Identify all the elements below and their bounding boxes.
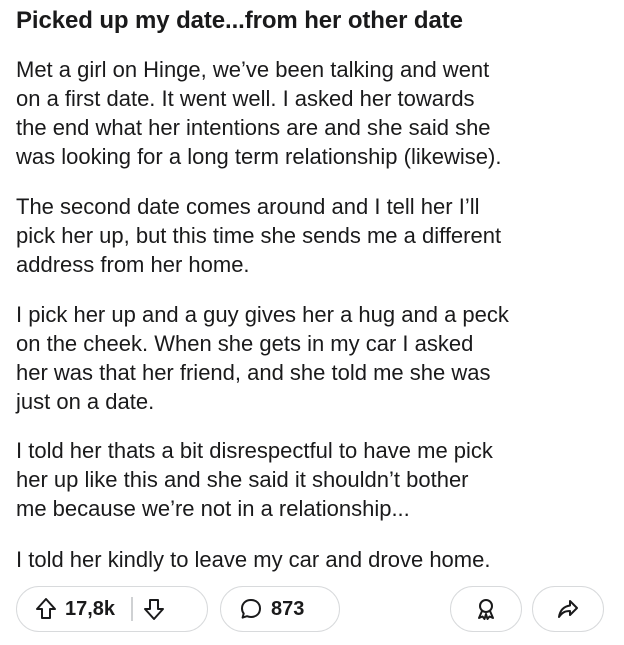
post-paragraph: I told her thats a bit disrespectful to … (16, 436, 616, 523)
vote-divider (131, 597, 133, 621)
text-line: the end what her intentions are and she … (16, 115, 491, 140)
speech-bubble-icon (239, 597, 263, 621)
post-paragraph: Met a girl on Hinge, we’ve been talking … (16, 55, 616, 171)
text-line: I pick her up and a guy gives her a hug … (16, 302, 509, 327)
share-arrow-icon (556, 597, 580, 621)
text-line: on the cheek. When she gets in my car I … (16, 331, 474, 356)
text-line: The second date comes around and I tell … (16, 194, 480, 219)
post-title[interactable]: Picked up my date...from her other date (16, 6, 463, 36)
text-line: pick her up, but this time she sends me … (16, 223, 502, 248)
comment-count: 873 (271, 597, 305, 620)
text-line: just on a date. (16, 389, 155, 414)
vote-pill: 17,8k (16, 586, 208, 632)
comments-button[interactable]: 873 (220, 586, 340, 632)
vote-count: 17,8k (65, 597, 116, 620)
text-line: on a first date. It went well. I asked h… (16, 86, 475, 111)
text-line: her was that her friend, and she told me… (16, 360, 491, 385)
text-line: her up like this and she said it shouldn… (16, 467, 469, 492)
post-paragraph: The second date comes around and I tell … (16, 192, 616, 279)
post-paragraph: I told her kindly to leave my car and dr… (16, 545, 616, 574)
text-line: Met a girl on Hinge, we’ve been talking … (16, 57, 490, 82)
text-line: me because we’re not in a relationship..… (16, 496, 410, 521)
text-line: I told her kindly to leave my car and dr… (16, 547, 491, 572)
post-paragraph: I pick her up and a guy gives her a hug … (16, 300, 616, 416)
award-ribbon-icon (474, 597, 498, 621)
upvote-icon[interactable] (35, 597, 57, 621)
post-action-bar: 17,8k 873 (16, 586, 616, 634)
award-button[interactable] (450, 586, 522, 632)
text-line: was looking for a long term relationship… (16, 144, 502, 169)
share-button[interactable] (532, 586, 604, 632)
post-card: Picked up my date...from her other date … (0, 0, 624, 645)
text-line: address from her home. (16, 252, 250, 277)
downvote-icon[interactable] (143, 597, 165, 621)
text-line: I told her thats a bit disrespectful to … (16, 438, 493, 463)
